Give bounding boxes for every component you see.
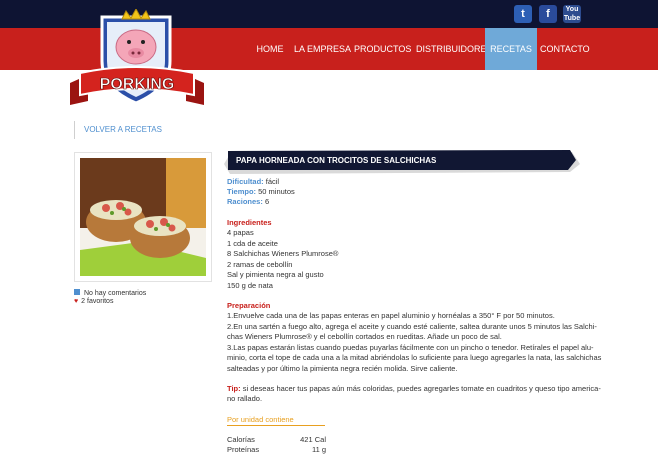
nav-item-home[interactable]: HOME: [251, 28, 289, 70]
tip-line: Tip: si deseas hacer tus papas aún más c…: [227, 384, 601, 393]
youtube-icon-text-top: You: [565, 6, 579, 13]
youtube-icon[interactable]: You Tube: [563, 5, 581, 23]
favorites-label: 2 favoritos: [81, 298, 114, 305]
preparation-heading: Preparación: [227, 301, 271, 310]
twitter-icon[interactable]: t: [514, 5, 532, 23]
comments-label: No hay comentarios: [84, 290, 147, 297]
ingredient-item: Sal y pimienta negra al gusto: [227, 270, 324, 279]
facebook-icon[interactable]: f: [539, 5, 557, 23]
difficulty: Dificultad: fácil: [227, 177, 280, 186]
servings: Raciones: 6: [227, 197, 270, 206]
nav-item-recetas[interactable]: RECETAS: [485, 28, 537, 70]
heart-icon: ♥: [74, 298, 79, 305]
preparation-line: 3.Las papas estarán listas cuando puedas…: [227, 343, 594, 352]
nav-item-la-empresa[interactable]: LA EMPRESA: [294, 28, 351, 70]
favorites-count[interactable]: ♥ 2 favoritos: [74, 298, 113, 305]
ingredient-item: 8 Salchichas Wieners Plumrose®: [227, 249, 339, 258]
logo-text: PORKING: [100, 76, 175, 93]
nutrition-value: 421 Cal: [300, 435, 326, 444]
preparation-line: 2.En una sartén a fuego alto, agrega el …: [227, 322, 597, 331]
youtube-icon-text-bottom: Tube: [563, 15, 581, 22]
back-to-recipes-link[interactable]: VOLVER A RECETAS: [74, 121, 162, 139]
preparation-line: 1.Envuelve cada una de las papas enteras…: [227, 311, 555, 320]
nav-item-distribuidores[interactable]: DISTRIBUIDORES: [416, 28, 493, 70]
preparation-line: salteadas y por último la pimienta negra…: [227, 364, 458, 373]
preparation-line: minio, corta el tope de cada una a la mi…: [227, 353, 602, 362]
ingredients-heading: Ingredientes: [227, 218, 272, 227]
recipe-photo-frame: [74, 152, 212, 282]
comment-icon: [74, 289, 80, 295]
preparation-line: chas Wieners Plumrose® y el cebollín cor…: [227, 332, 502, 341]
nutrition-heading: Por unidad contiene: [227, 415, 294, 424]
ingredient-item: 4 papas: [227, 228, 254, 237]
recipe-title: PAPA HORNEADA CON TROCITOS DE SALCHICHAS: [236, 156, 437, 165]
comments-count[interactable]: No hay comentarios: [74, 289, 146, 297]
ingredient-item: 2 ramas de cebollín: [227, 260, 293, 269]
time: Tiempo: 50 minutos: [227, 187, 295, 196]
nav-item-contacto[interactable]: CONTACTO: [540, 28, 590, 70]
porking-logo[interactable]: PORKING: [66, 9, 208, 117]
nutrition-divider: [227, 425, 325, 426]
ingredient-item: 1 cda de aceite: [227, 239, 278, 248]
nav-item-productos[interactable]: PRODUCTOS: [354, 28, 411, 70]
nutrition-name: Calorías: [227, 435, 255, 444]
recipe-photo: [80, 158, 206, 276]
tip-line: no rallado.: [227, 394, 263, 403]
ingredient-item: 150 g de nata: [227, 281, 273, 290]
